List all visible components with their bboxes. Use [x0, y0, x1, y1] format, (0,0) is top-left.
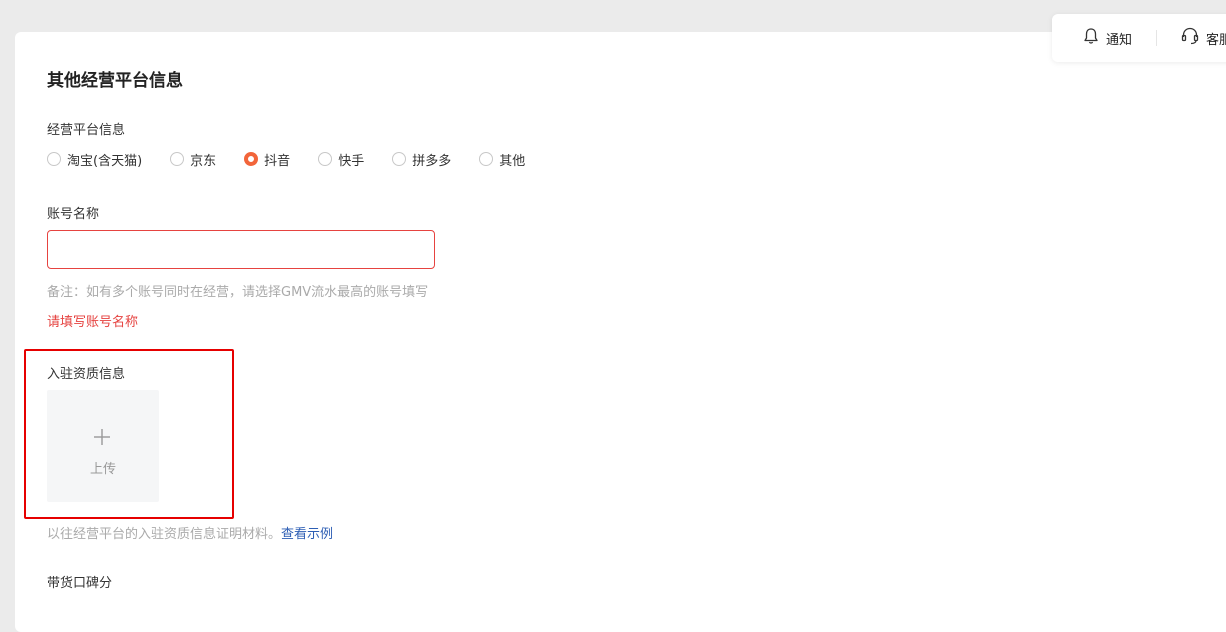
plus-icon — [93, 428, 111, 446]
toolbar-divider — [1156, 30, 1157, 46]
account-name-error: 请填写账号名称 — [47, 315, 139, 330]
radio-label: 拼多多 — [412, 153, 452, 169]
notification-label: 通知 — [1106, 32, 1133, 48]
section-title: 其他经营平台信息 — [47, 71, 183, 91]
form-card — [15, 32, 1226, 632]
qualification-label: 入驻资质信息 — [47, 367, 126, 382]
next-section-label: 带货口碑分 — [47, 576, 113, 591]
radio-circle — [392, 152, 407, 166]
radio-taobao[interactable]: 淘宝(含天猫) — [47, 150, 142, 169]
radio-label: 快手 — [338, 153, 365, 169]
radio-circle — [479, 152, 494, 166]
radio-jd[interactable]: 京东 — [170, 150, 216, 169]
qualification-note: 以往经营平台的入驻资质信息证明材料。查看示例 — [47, 523, 333, 542]
radio-label: 京东 — [190, 153, 217, 169]
headset-icon — [1180, 26, 1206, 50]
account-name-hint: 备注：如有多个账号同时在经营，请选择GMV流水最高的账号填写 — [47, 285, 429, 300]
customer-service-label: 客服 — [1206, 32, 1226, 48]
bell-icon — [1082, 27, 1106, 49]
radio-label: 淘宝(含天猫) — [67, 153, 143, 169]
account-name-input[interactable] — [47, 230, 435, 269]
customer-service-button[interactable]: 客服 — [1180, 14, 1226, 62]
notification-button[interactable]: 通知 — [1082, 14, 1132, 62]
top-toolbar: 通知 客服 — [1052, 14, 1226, 62]
radio-circle — [170, 152, 185, 166]
radio-circle — [47, 152, 61, 166]
radio-label: 抖音 — [264, 153, 291, 169]
radio-douyin[interactable]: 抖音 — [244, 150, 290, 169]
radio-label: 其他 — [499, 153, 526, 169]
qualification-note-text: 以往经营平台的入驻资质信息证明材料。 — [47, 527, 282, 542]
radio-kuaishou[interactable]: 快手 — [318, 150, 364, 169]
radio-pinduoduo[interactable]: 拼多多 — [392, 150, 451, 169]
account-name-label: 账号名称 — [47, 207, 100, 222]
radio-other[interactable]: 其他 — [479, 150, 525, 169]
radio-circle-checked — [244, 152, 259, 166]
platform-label: 经营平台信息 — [47, 123, 126, 138]
radio-circle — [318, 152, 333, 166]
view-example-link[interactable]: 查看示例 — [281, 527, 333, 542]
platform-radio-group: 淘宝(含天猫) 京东 抖音 快手 拼多多 其他 — [47, 149, 525, 169]
upload-button[interactable]: 上传 — [47, 390, 159, 502]
upload-label: 上传 — [89, 462, 116, 477]
